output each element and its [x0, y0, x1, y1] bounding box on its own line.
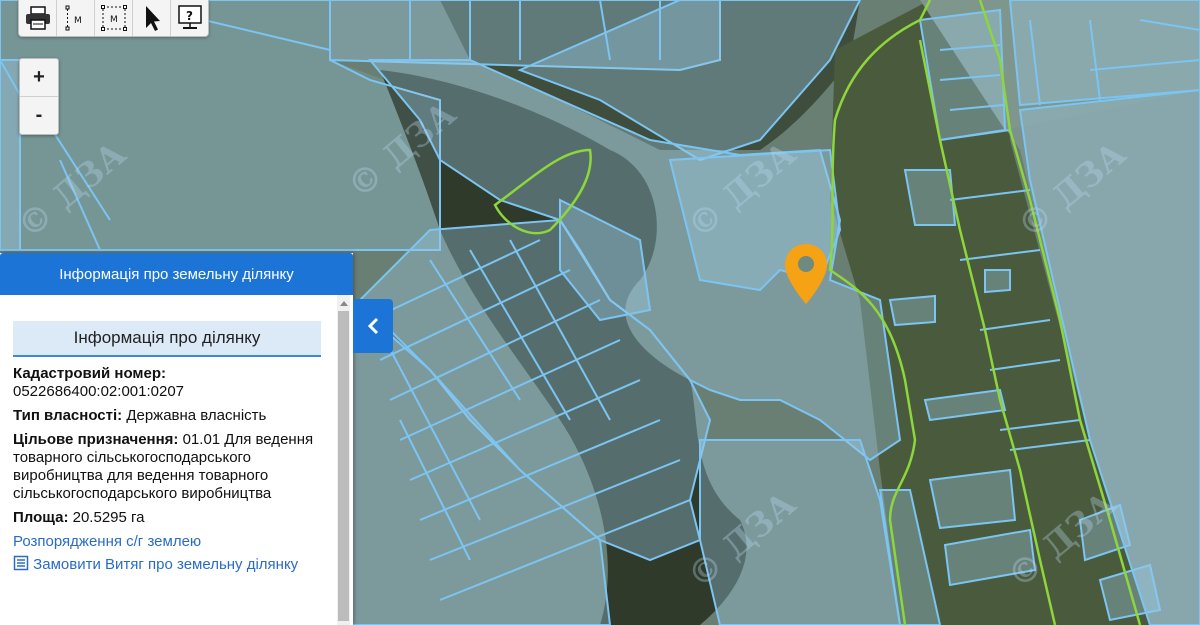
measure-line-label: M: [74, 16, 82, 26]
scrollbar-thumb[interactable]: [338, 311, 349, 621]
area-label: Площа:: [13, 509, 69, 526]
help-button[interactable]: ?: [171, 0, 208, 36]
printer-icon: [25, 6, 50, 30]
ownership-type-value: Державна власність: [126, 407, 267, 424]
select-button[interactable]: [133, 0, 171, 36]
print-button[interactable]: [19, 0, 57, 36]
ownership-type-label: Тип власності:: [13, 407, 123, 424]
cadastral-number-label: Кадастровий номер:: [13, 365, 167, 382]
measure-area-label: M: [110, 15, 118, 25]
location-pin-icon[interactable]: [783, 242, 829, 306]
measure-area-button[interactable]: M: [95, 0, 133, 36]
map-toolbar: M M ?: [18, 0, 209, 37]
area-value: 20.5295 га: [72, 509, 145, 526]
land-orders-link[interactable]: Розпорядження с/г землею: [13, 533, 201, 550]
panel-body[interactable]: Інформація про ділянку Кадастровий номер…: [0, 295, 335, 625]
measure-area-icon: M: [100, 5, 127, 31]
cadastral-number-value: 0522686400:02:001:0207: [13, 383, 185, 400]
purpose-label: Цільове призначення:: [13, 431, 179, 448]
panel-scrollbar[interactable]: [337, 295, 350, 625]
collapse-panel-button[interactable]: [353, 299, 393, 353]
help-screen-icon: ?: [177, 5, 202, 29]
list-document-icon: [13, 555, 29, 571]
parcel-details: Кадастровий номер: 0522686400:02:001:020…: [13, 365, 323, 574]
help-label: ?: [186, 9, 193, 23]
order-extract-link[interactable]: Замовити Витяг про земельну ділянку: [13, 555, 299, 573]
section-title: Інформація про ділянку: [13, 321, 321, 357]
measure-line-icon: M: [65, 5, 82, 31]
scroll-up-arrow-icon[interactable]: [337, 297, 350, 309]
zoom-in-button[interactable]: +: [20, 59, 58, 97]
cursor-icon: [145, 6, 160, 31]
zoom-control: + -: [19, 58, 59, 135]
measure-line-button[interactable]: M: [57, 0, 95, 36]
chevron-left-icon: [367, 317, 379, 335]
parcel-info-panel: Інформація про земельну ділянку Інформац…: [0, 253, 353, 625]
panel-header: Інформація про земельну ділянку: [0, 253, 353, 295]
order-extract-label: Замовити Витяг про земельну ділянку: [33, 556, 299, 573]
zoom-out-button[interactable]: -: [20, 97, 58, 134]
